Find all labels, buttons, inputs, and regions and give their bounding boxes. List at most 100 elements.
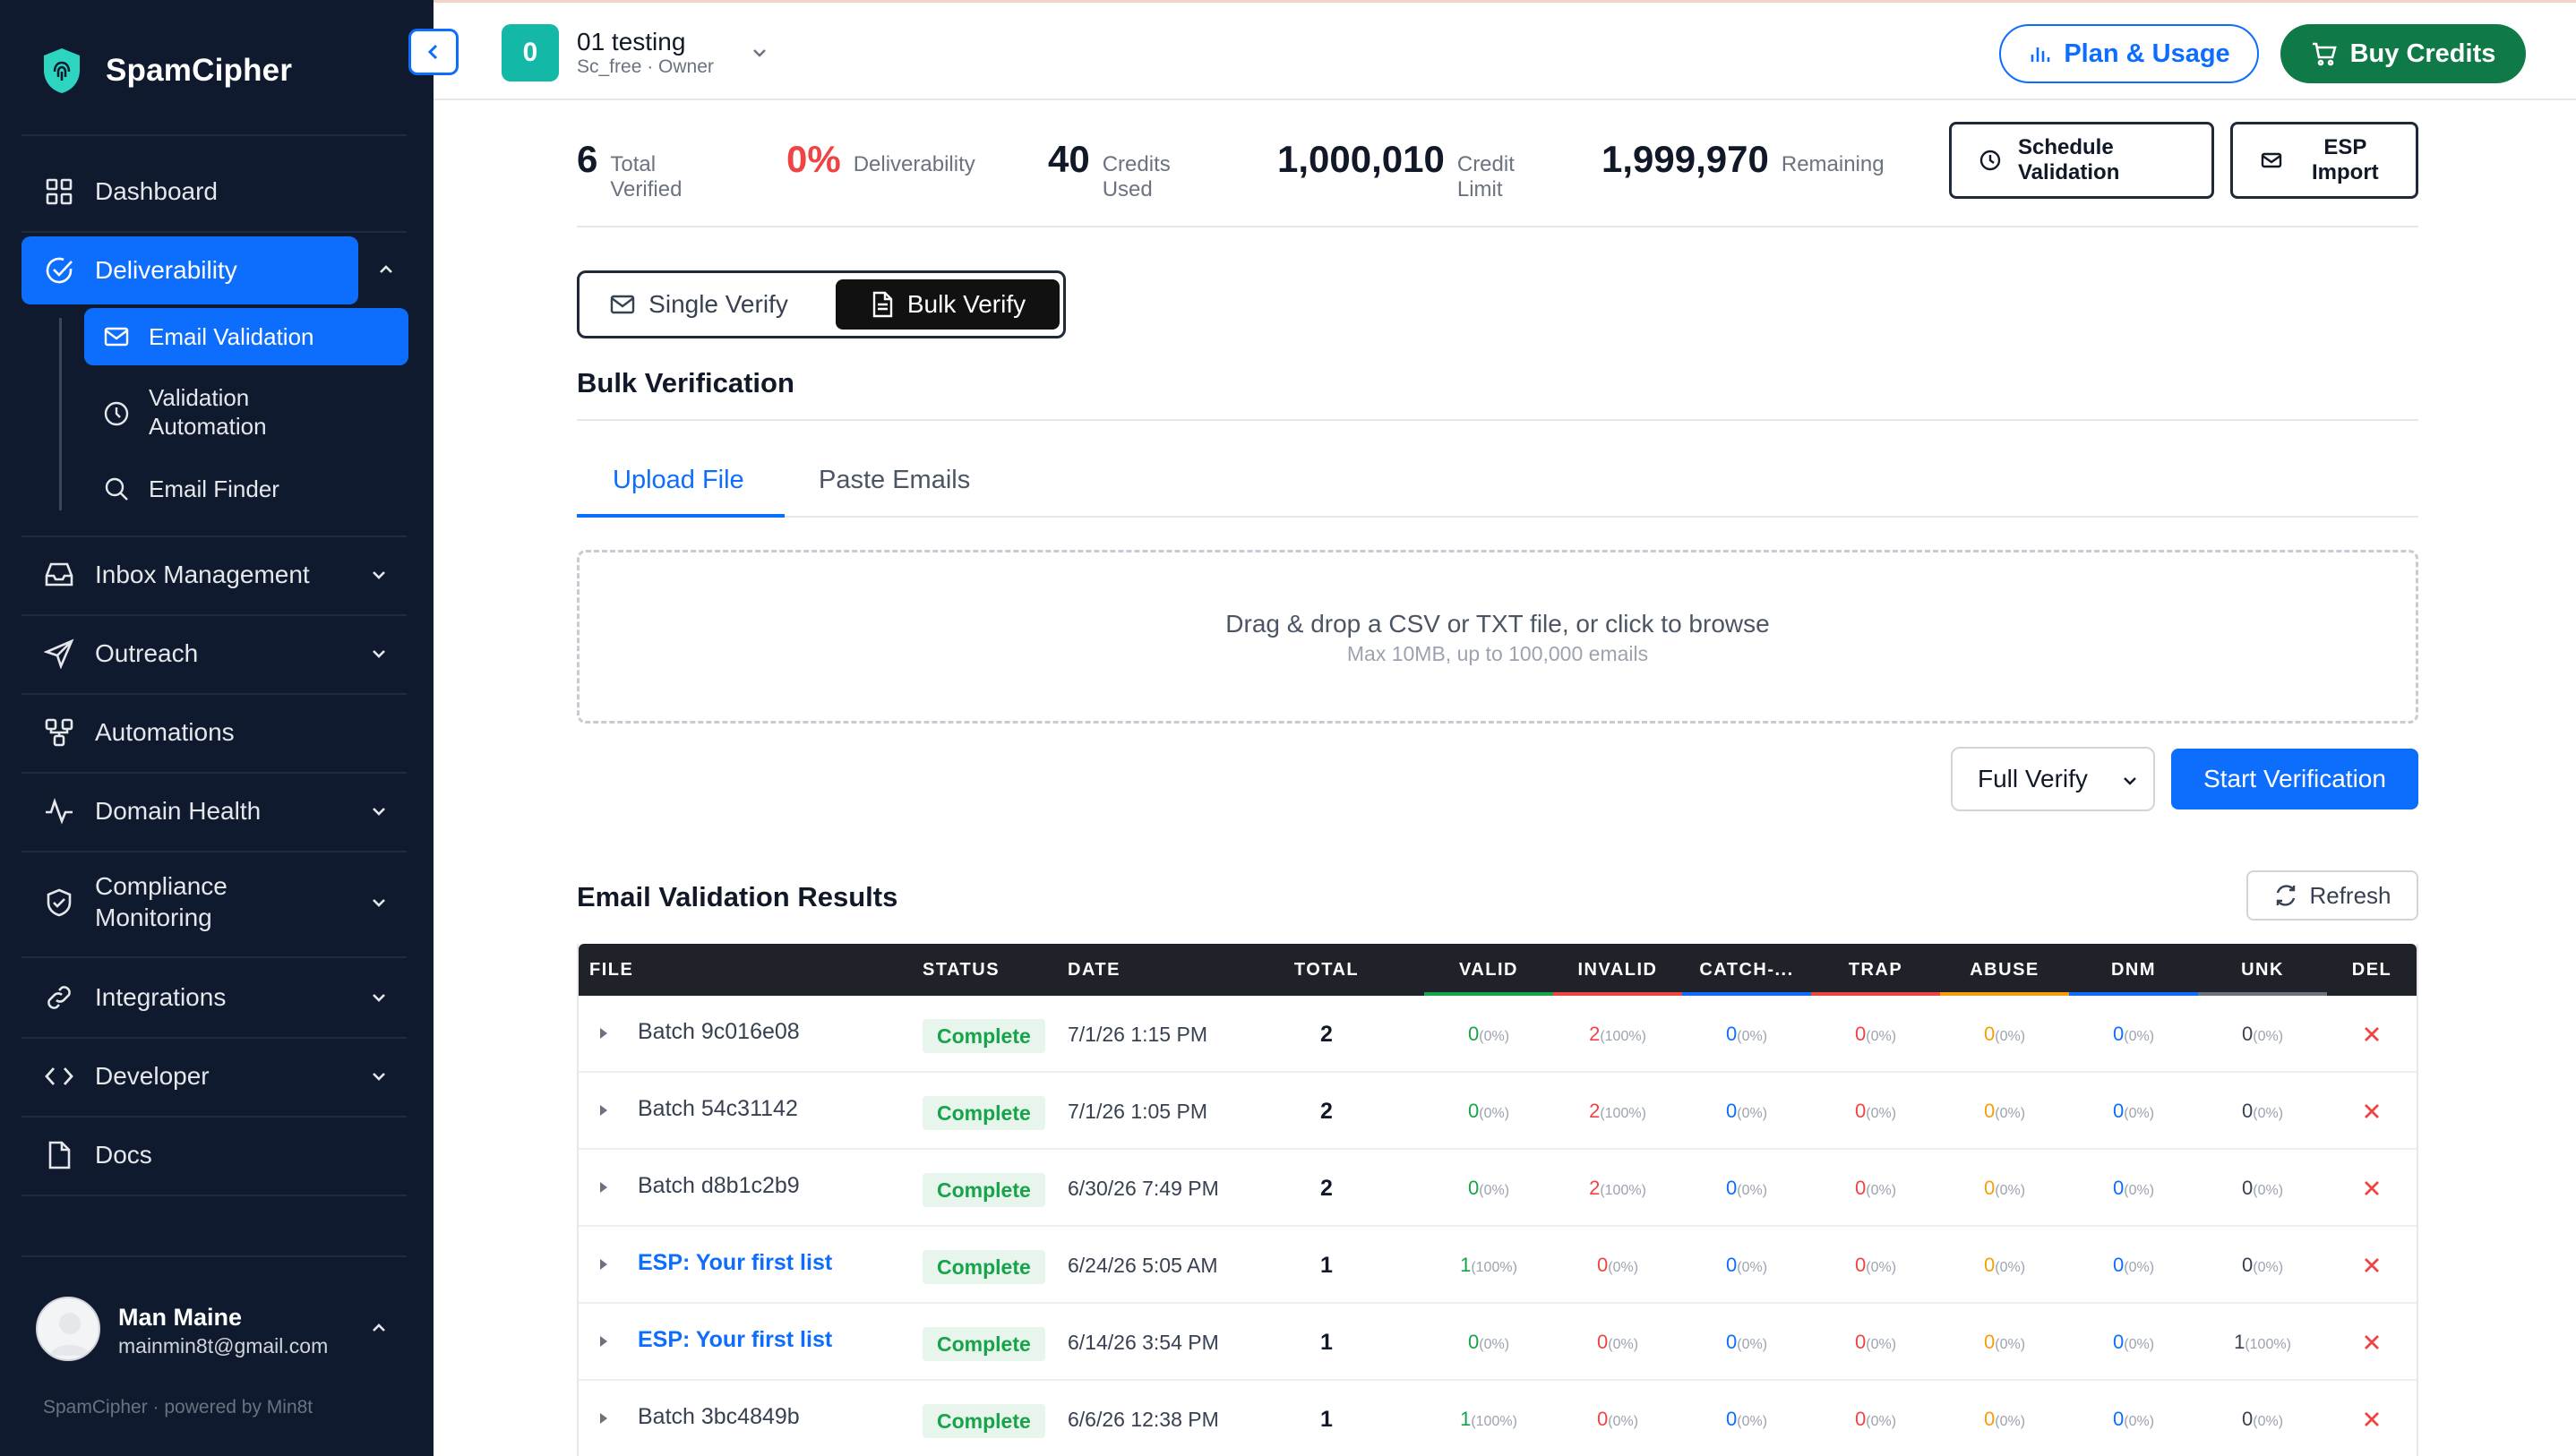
- sidebar-item-compliance-monitoring[interactable]: Compliance Monitoring: [21, 858, 407, 947]
- chevron-down-icon: [373, 994, 385, 1002]
- single-verify-button[interactable]: Single Verify: [587, 279, 811, 330]
- delete-button[interactable]: [2327, 996, 2417, 1073]
- table-row[interactable]: Batch 3bc4849b Complete 6/6/26 12:38 PM 1 1(…: [579, 1381, 2417, 1456]
- dnm-cell: 0(0%): [2069, 1381, 2198, 1456]
- sidebar-subitem-email-validation[interactable]: Email Validation: [84, 308, 408, 365]
- file-name[interactable]: ESP: Your first list: [638, 1227, 832, 1304]
- percent-value: (0%): [1737, 1414, 1768, 1429]
- refresh-label: Refresh: [2309, 881, 2391, 909]
- column-header[interactable]: TOTAL: [1277, 944, 1376, 996]
- sidebar-item-label: Outreach: [95, 639, 199, 667]
- table-row[interactable]: Batch d8b1c2b9 Complete 6/30/26 7:49 PM 2 0(…: [579, 1150, 2417, 1227]
- sidebar-item-label: Domain Health: [95, 797, 262, 825]
- chevron-down-icon: [373, 899, 385, 907]
- sidebar-subitem-validation-automation[interactable]: Validation Automation: [84, 380, 408, 448]
- column-header[interactable]: VALID: [1424, 944, 1553, 996]
- search-icon: [102, 475, 131, 503]
- sidebar-subitem-email-finder[interactable]: Email Finder: [84, 460, 408, 518]
- collapse-sidebar-button[interactable]: [408, 29, 459, 75]
- stat-label: Credit Limit: [1456, 152, 1515, 201]
- table-row[interactable]: Batch 54c31142 Complete 7/1/26 1:05 PM 2 0(0…: [579, 1073, 2417, 1150]
- delete-button[interactable]: [2327, 1381, 2417, 1456]
- column-header[interactable]: DATE: [1068, 944, 1211, 996]
- delete-button[interactable]: [2327, 1073, 2417, 1150]
- percent-value: (0%): [2253, 1260, 2284, 1275]
- trap-cell: 0(0%): [1811, 1150, 1940, 1227]
- verify-mode-select[interactable]: Full Verify: [1951, 747, 2155, 811]
- bulk-verify-button[interactable]: Bulk Verify: [836, 279, 1060, 330]
- user-menu[interactable]: Man Maine mainmin8t@gmail.com: [21, 1254, 407, 1397]
- column-header[interactable]: CATCH-...: [1682, 944, 1811, 996]
- sidebar-item-docs[interactable]: Docs: [21, 1121, 407, 1189]
- column-header[interactable]: TRAP: [1811, 944, 1940, 996]
- expand-caret-icon[interactable]: [597, 1409, 611, 1427]
- esp-import-button[interactable]: ESP Import: [2230, 122, 2418, 199]
- trap-cell: 0(0%): [1811, 996, 1940, 1073]
- expand-caret-icon[interactable]: [597, 1332, 611, 1350]
- expand-caret-icon[interactable]: [597, 1024, 611, 1042]
- unk-cell: 0(0%): [2198, 1381, 2327, 1456]
- table-row[interactable]: ESP: Your first list Complete 6/24/26 5:05…: [579, 1227, 2417, 1304]
- grid-icon: [43, 176, 75, 208]
- sidebar-item-inbox-management[interactable]: Inbox Management: [21, 541, 407, 609]
- workspace-name[interactable]: 01 testing: [577, 28, 685, 56]
- column-header[interactable]: STATUS: [923, 944, 1030, 996]
- clock-icon: [1979, 150, 2001, 171]
- count-value: 0: [2241, 1100, 2254, 1122]
- sidebar-item-dashboard[interactable]: Dashboard: [21, 158, 407, 226]
- expand-caret-icon[interactable]: [597, 1101, 611, 1119]
- brand[interactable]: SpamCipher: [41, 47, 292, 95]
- sidebar-item-label: Deliverability: [95, 256, 237, 284]
- chevron-down-icon[interactable]: [747, 40, 772, 65]
- expand-caret-icon[interactable]: [597, 1255, 611, 1273]
- start-verification-button[interactable]: Start Verification: [2171, 749, 2418, 809]
- plan-usage-button[interactable]: Plan & Usage: [1999, 24, 2259, 83]
- column-header[interactable]: UNK: [2198, 944, 2327, 996]
- table-row[interactable]: ESP: Your first list Complete 6/14/26 3:54…: [579, 1304, 2417, 1381]
- total-cell: 1: [1320, 1330, 1333, 1355]
- sidebar-subitem-label: Validation Automation: [149, 383, 267, 441]
- column-header[interactable]: DEL: [2327, 944, 2417, 996]
- status-badge: Complete: [923, 1404, 1045, 1438]
- file-name[interactable]: ESP: Your first list: [638, 1304, 832, 1381]
- column-header[interactable]: FILE: [589, 944, 858, 996]
- valid-cell: 0(0%): [1424, 1304, 1553, 1381]
- percent-value: (0%): [2253, 1183, 2284, 1198]
- column-header[interactable]: ABUSE: [1940, 944, 2069, 996]
- schedule-validation-button[interactable]: Schedule Validation: [1949, 122, 2214, 199]
- unk-cell: 0(0%): [2198, 996, 2327, 1073]
- count-value: 0: [1467, 1023, 1480, 1045]
- delete-button[interactable]: [2327, 1150, 2417, 1227]
- buy-credits-button[interactable]: Buy Credits: [2280, 24, 2526, 83]
- count-value: 0: [2112, 1408, 2125, 1430]
- column-header[interactable]: INVALID: [1553, 944, 1682, 996]
- unk-cell: 0(0%): [2198, 1227, 2327, 1304]
- percent-value: (0%): [1737, 1183, 1768, 1198]
- column-header[interactable]: DNM: [2069, 944, 2198, 996]
- expand-caret-icon[interactable]: [597, 1178, 611, 1196]
- tab-paste-emails[interactable]: Paste Emails: [819, 466, 970, 495]
- stat-label: Credits Used: [1102, 152, 1171, 201]
- sidebar-item-label: Docs: [95, 1141, 152, 1169]
- single-verify-label: Single Verify: [648, 290, 788, 318]
- delete-button[interactable]: [2327, 1304, 2417, 1381]
- file-dropzone[interactable]: Drag & drop a CSV or TXT file, or click …: [577, 550, 2418, 724]
- refresh-button[interactable]: Refresh: [2246, 870, 2418, 921]
- sidebar-divider: [21, 772, 407, 774]
- workspace-badge[interactable]: 0: [502, 24, 559, 81]
- sidebar-item-automations[interactable]: Automations: [21, 698, 407, 767]
- tab-upload-file[interactable]: Upload File: [613, 466, 744, 495]
- sidebar-item-deliverability[interactable]: Deliverability: [21, 236, 358, 304]
- sidebar-item-outreach[interactable]: Outreach: [21, 620, 407, 688]
- delete-button[interactable]: [2327, 1227, 2417, 1304]
- sidebar-item-integrations[interactable]: Integrations: [21, 964, 407, 1032]
- abuse-cell: 0(0%): [1940, 1304, 2069, 1381]
- table-row[interactable]: Batch 9c016e08 Complete 7/1/26 1:15 PM 2 0(0…: [579, 996, 2417, 1073]
- sidebar-item-domain-health[interactable]: Domain Health: [21, 777, 407, 845]
- percent-value: (0%): [1608, 1260, 1639, 1275]
- chevron-up-icon[interactable]: [374, 258, 398, 281]
- sidebar-item-developer[interactable]: Developer: [21, 1042, 407, 1110]
- count-value: 0: [1596, 1331, 1609, 1353]
- send-icon: [43, 638, 75, 670]
- trap-cell: 0(0%): [1811, 1304, 1940, 1381]
